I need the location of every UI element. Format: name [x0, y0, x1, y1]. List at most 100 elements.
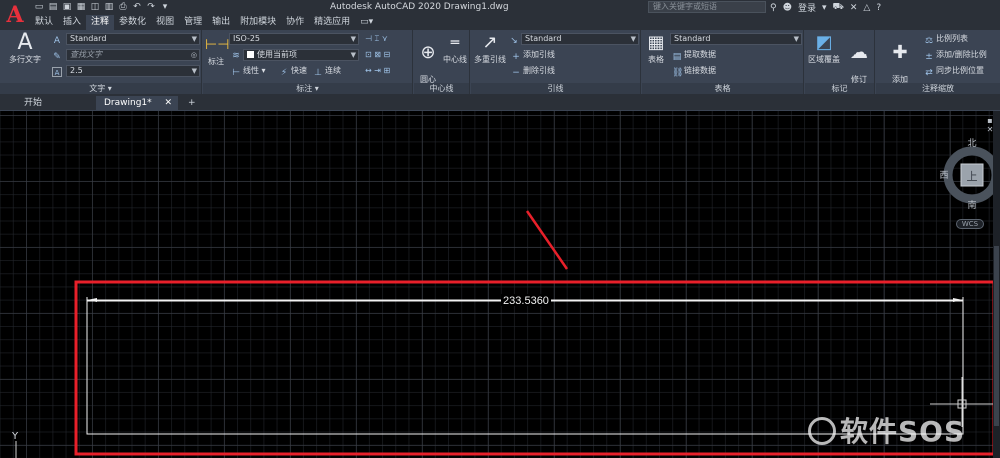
dim-style-select[interactable]: ISO-25 ▼	[229, 33, 359, 45]
tab-menu-3[interactable]: 参数化	[114, 15, 151, 30]
cart-icon[interactable]: ⛟	[833, 2, 844, 13]
table-button[interactable]: ▦ 表格	[644, 32, 668, 65]
sync-scale-button[interactable]: ⇄ 同步比例位置	[924, 65, 984, 78]
customize-qat-icon[interactable]: ▾	[159, 1, 171, 13]
annotation-arrow	[525, 210, 569, 270]
text-height-select[interactable]: 2.5 ▼	[66, 65, 200, 77]
search-icon[interactable]: ◎	[191, 50, 197, 60]
leader-panel-label[interactable]: 引线	[471, 83, 640, 94]
new-file-icon[interactable]: ▭	[33, 1, 45, 13]
dim-tools-row1[interactable]: ⊣ ⌶ ⋎	[365, 33, 388, 44]
find-text-icon: ✎	[53, 52, 61, 62]
login-link[interactable]: 登录	[798, 1, 816, 14]
help-icon[interactable]: ?	[876, 3, 881, 13]
chevron-down-icon: ▼	[350, 51, 356, 59]
chevron-down-icon: ▼	[793, 35, 799, 43]
wipeout-icon: ◩	[815, 32, 833, 53]
binoculars-icon[interactable]: ⚲	[770, 3, 777, 13]
dropdown-icon[interactable]: ▾	[822, 3, 827, 13]
scale-list-icon: ⚖	[924, 36, 934, 46]
text-style-select[interactable]: Standard ▼	[66, 33, 200, 45]
ribbon-display-toggle-icon[interactable]: ▭▾	[355, 15, 378, 30]
linear-icon: ⊢	[232, 68, 240, 78]
exchange-icon[interactable]: ✕	[850, 3, 858, 13]
sync-icon: ⇄	[925, 68, 933, 78]
revcloud-icon: ☁	[850, 42, 868, 63]
print-icon[interactable]: ⎙	[117, 1, 129, 13]
mleader-button[interactable]: ↗ 多重引线	[473, 32, 507, 65]
mtext-button[interactable]: A 多行文字	[6, 32, 44, 65]
leader-panel: ↗ 多重引线 ↘ Standard ▼ + 添加引线 − 删除引线 引线	[471, 30, 641, 94]
annotation-scaling-panel: ✚ 添加 当前比例 ⚖比例列表 ±添加/删除比例 ⇄同步比例位置 注释缩放	[876, 30, 1000, 94]
mleader-icon: ↗	[482, 32, 498, 53]
tab-menu-8[interactable]: 协作	[281, 15, 309, 30]
wipeout-button[interactable]: ◩ 区域覆盖	[807, 32, 841, 65]
text-height-icon: A	[52, 65, 64, 77]
document-tabs: 开始 Drawing1* ✕ +	[0, 94, 1000, 111]
window-title: Autodesk AutoCAD 2020 Drawing1.dwg	[330, 2, 509, 12]
continue-icon: ⊥	[314, 68, 322, 78]
drawing-area[interactable]: 233.5360 上 北 南 西 WCS Y	[0, 111, 1000, 458]
search-input[interactable]: 键入关键字或短语	[648, 1, 766, 13]
tab-menu-4[interactable]: 视图	[151, 15, 179, 30]
wcs-menu[interactable]: WCS	[956, 219, 984, 229]
open-file-icon[interactable]: ▤	[47, 1, 59, 13]
quick-dim-button[interactable]: ⚡ 快速	[279, 65, 307, 78]
dimension-panel-label[interactable]: 标注 ▾	[203, 83, 412, 94]
chevron-down-icon: ▼	[350, 35, 356, 43]
tab-menu-0[interactable]: 默认	[30, 15, 58, 30]
dimension-button[interactable]: ⊢⊣ 标注	[205, 34, 229, 67]
titlebar-tools: ⚲ ☻ 登录 ▾ ⛟ ✕ △ ?	[770, 1, 881, 14]
link-data-button[interactable]: ⛓链接数据	[672, 65, 716, 78]
find-text-input[interactable]: 查找文字 ◎	[66, 49, 200, 61]
tab-menu-9[interactable]: 精选应用	[309, 15, 355, 30]
scrollbar-thumb[interactable]	[994, 246, 999, 426]
centerline-panel-label[interactable]: 中心线	[414, 83, 469, 94]
add-leader-button[interactable]: + 添加引线	[511, 49, 555, 62]
tab-menu-7[interactable]: 附加模块	[235, 15, 281, 30]
text-panel: A 多行文字 A Standard ▼ ✎ 查找文字 ◎ A 2.5 ▼ 文字 ▾	[0, 30, 202, 94]
redo-icon[interactable]: ↷	[145, 1, 157, 13]
remove-leader-button[interactable]: − 删除引线	[511, 65, 555, 78]
close-icon[interactable]: ✕	[164, 96, 172, 111]
linear-dim-button[interactable]: ⊢ 线性 ▾	[231, 65, 265, 78]
scale-list-button[interactable]: ⚖ 比例列表	[924, 33, 968, 46]
leader-style-select[interactable]: Standard ▼	[521, 33, 639, 45]
compass-south[interactable]: 南	[967, 199, 976, 211]
dim-tools-row3[interactable]: ↔ ⇥ ⊞	[365, 65, 390, 76]
markup-panel-label[interactable]: 标记	[805, 83, 874, 94]
dim-tools-row2[interactable]: ⊡ ⊠ ⊟	[365, 49, 390, 60]
app-logo[interactable]: A	[0, 0, 30, 30]
save-icon[interactable]: ▣	[61, 1, 73, 13]
table-style-select[interactable]: Standard ▼	[670, 33, 802, 45]
tab-menu-6[interactable]: 输出	[207, 15, 235, 30]
tab-drawing1[interactable]: Drawing1* ✕	[96, 96, 178, 111]
user-icon[interactable]: ☻	[783, 3, 792, 13]
tab-menu-2[interactable]: 注释	[86, 15, 115, 30]
new-tab-button[interactable]: +	[180, 96, 204, 111]
a360-icon[interactable]: △	[863, 3, 870, 13]
extract-data-button[interactable]: ▤ 提取数据	[672, 49, 716, 62]
compass-west[interactable]: 西	[939, 170, 948, 181]
table-panel-label[interactable]: 表格	[642, 83, 803, 94]
add-delete-scale-button[interactable]: ± 添加/删除比例	[924, 49, 986, 62]
tab-menu-1[interactable]: 插入	[58, 15, 86, 30]
centerline-button[interactable]: ═ 中心线	[441, 32, 469, 65]
chevron-down-icon: ▼	[630, 35, 636, 43]
text-style-icon: A	[53, 36, 61, 46]
centerline-panel: ⊕ 圆心 标记 ═ 中心线 中心线	[414, 30, 470, 94]
viewcube[interactable]: 上 北 南 西	[930, 131, 994, 221]
compass-north[interactable]: 北	[967, 138, 976, 149]
tab-start[interactable]: 开始	[16, 96, 50, 111]
continue-dim-button[interactable]: ⊥ 连续	[313, 65, 341, 78]
save-as-icon[interactable]: ▦	[75, 1, 87, 13]
scaling-panel-label[interactable]: 注释缩放	[876, 83, 1000, 94]
tab-menu-5[interactable]: 管理	[179, 15, 207, 30]
undo-icon[interactable]: ↶	[131, 1, 143, 13]
dim-layer-select[interactable]: 使用当前项 ▼	[243, 49, 359, 61]
dimension-text[interactable]: 233.5360	[503, 295, 549, 307]
vertical-scrollbar[interactable]	[993, 111, 1000, 458]
web-icon[interactable]: ◫	[89, 1, 101, 13]
text-panel-label[interactable]: 文字 ▾	[0, 83, 201, 94]
plot-icon[interactable]: ▥	[103, 1, 115, 13]
